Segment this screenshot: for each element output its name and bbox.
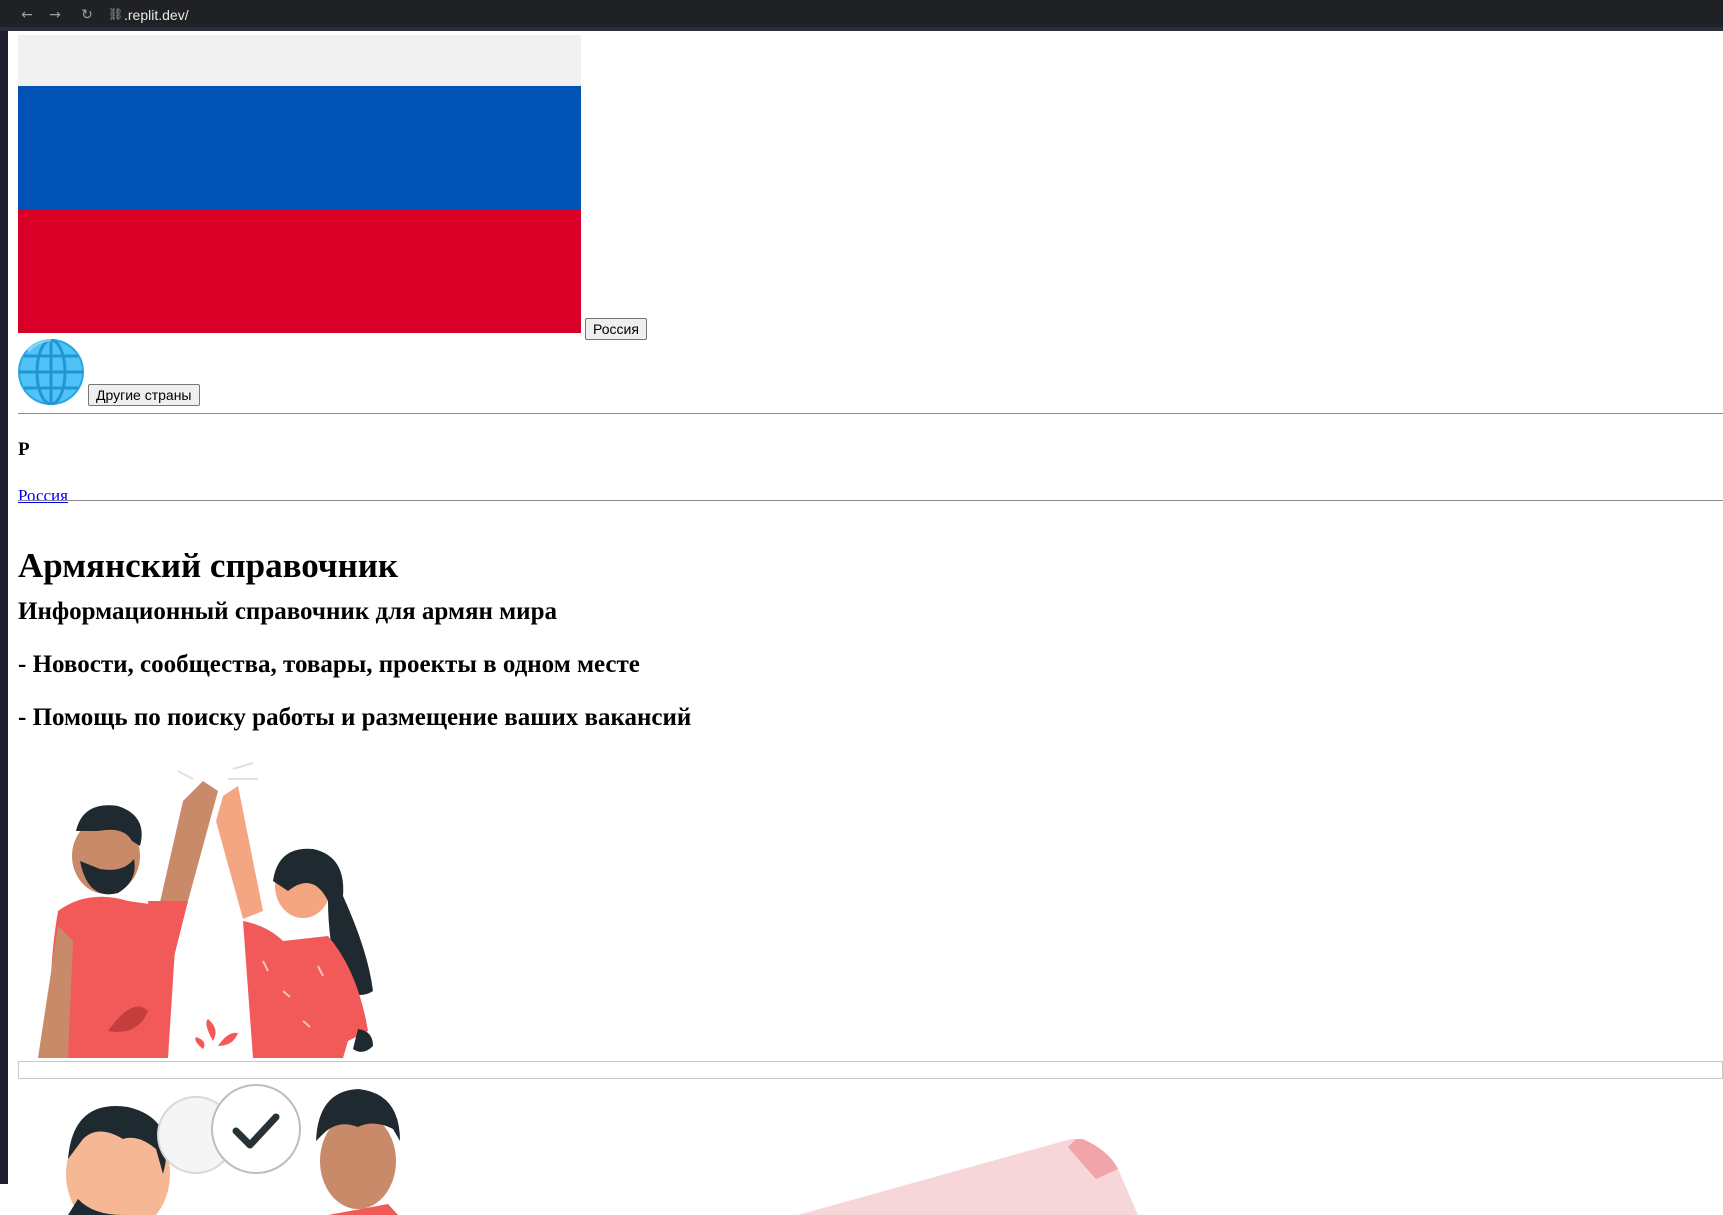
russia-link[interactable]: Россия	[18, 486, 68, 506]
other-countries-button[interactable]: Другие страны	[88, 384, 200, 406]
progress-bar	[18, 1061, 1723, 1079]
window-edge	[0, 31, 8, 1184]
divider-bottom	[18, 500, 1723, 501]
flag-ribbon-image	[798, 1139, 1138, 1215]
russia-button[interactable]: Россия	[585, 318, 647, 340]
browser-toolbar: ← → ↻ ⛓ .replit.dev/	[0, 0, 1723, 31]
link-icon: ⛓	[108, 7, 124, 21]
page-content: Россия Другие страны Р Россия Армянский …	[8, 31, 1723, 1215]
divider-top	[18, 413, 1723, 414]
reload-icon[interactable]: ↻	[78, 6, 96, 24]
feature-jobs: - Помощь по поиску работы и размещение в…	[18, 704, 692, 731]
globe-icon[interactable]	[18, 339, 84, 405]
chat-check-illustration	[66, 1084, 400, 1215]
back-icon[interactable]: ←	[18, 6, 36, 24]
index-letter: Р	[18, 439, 30, 460]
feature-news: - Новости, сообщества, товары, проекты в…	[18, 651, 640, 678]
russia-flag-image[interactable]	[18, 35, 581, 333]
address-bar[interactable]: .replit.dev/	[124, 6, 189, 24]
high-five-illustration	[38, 762, 373, 1058]
subtitle: Информационный справочник для армян мира	[18, 598, 557, 625]
forward-icon[interactable]: →	[46, 6, 64, 24]
page-title: Армянский справочник	[18, 546, 399, 585]
